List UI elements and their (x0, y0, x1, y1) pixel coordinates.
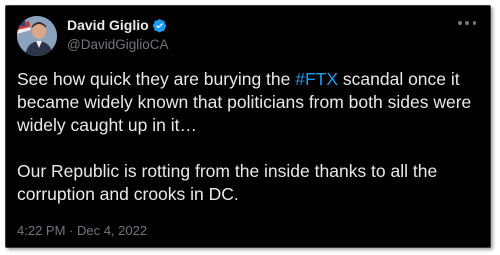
profile-photo-icon (17, 16, 57, 56)
hashtag-link[interactable]: #FTX (295, 69, 338, 89)
avatar[interactable] (17, 16, 57, 56)
author-display-name[interactable]: David Giglio (67, 17, 149, 34)
tweet-paragraph-1: See how quick they are burying the #FTX … (17, 68, 487, 137)
verified-badge-icon (152, 18, 167, 33)
tweet-timestamp[interactable]: 4:22 PM · Dec 4, 2022 (17, 223, 147, 239)
tweet-body: See how quick they are burying the #FTX … (17, 68, 487, 206)
more-options-icon[interactable] (458, 18, 476, 28)
tweet-card: David Giglio @DavidGiglioCA See how quic… (5, 5, 491, 248)
author-handle[interactable]: @DavidGiglioCA (67, 36, 169, 53)
author-name-row[interactable]: David Giglio (67, 17, 167, 34)
tweet-text-before-hashtag: See how quick they are burying the (17, 69, 296, 89)
tweet-paragraph-2: Our Republic is rotting from the inside … (17, 161, 438, 204)
